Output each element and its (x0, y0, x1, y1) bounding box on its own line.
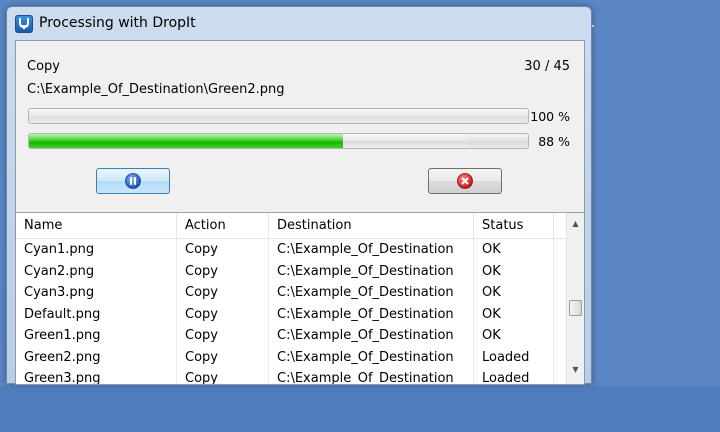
status-cell: OK (474, 303, 554, 325)
file-progress-fill (29, 109, 528, 123)
scroll-down-arrow-icon[interactable]: ▼ (567, 361, 584, 378)
file-name-cell: Green1.png (16, 325, 177, 347)
cancel-icon (457, 173, 473, 189)
total-progress-percent: 88 % (538, 134, 570, 149)
file-name-cell: Cyan3.png (16, 282, 177, 304)
column-header-name[interactable]: Name (16, 213, 177, 238)
destination-cell: C:\Example_Of_Destination (269, 303, 474, 325)
status-cell: Loaded (474, 368, 554, 384)
action-cell: Copy (177, 346, 269, 368)
file-list[interactable]: Name Action Destination Status Cyan1.png… (16, 212, 584, 384)
dropit-arrow-icon (15, 15, 33, 33)
action-cell: Copy (177, 303, 269, 325)
table-row[interactable]: Green2.png Copy C:\Example_Of_Destination L… (16, 346, 566, 368)
destination-cell: C:\Example_Of_Destination (269, 282, 474, 304)
file-progress-bar (28, 108, 529, 124)
table-row[interactable]: Cyan1.png Copy C:\Example_Of_Destination OK (16, 239, 566, 261)
table-row[interactable]: Green3.png Copy C:\Example_Of_Destination L… (16, 368, 566, 384)
destination-cell: C:\Example_Of_Destination (269, 368, 474, 384)
window-client-area: Copy 30 / 45 C:\Example_Of_Destination\G… (15, 40, 585, 385)
column-header-action[interactable]: Action (177, 213, 269, 238)
destination-cell: C:\Example_Of_Destination (269, 260, 474, 282)
dropit-progress-window: Processing with DropIt Copy 30 / 45 C:\E… (6, 6, 592, 385)
action-cell: Copy (177, 325, 269, 347)
status-cell: OK (474, 260, 554, 282)
column-header-destination[interactable]: Destination (269, 213, 474, 238)
file-progress-percent: 100 % (530, 109, 570, 124)
file-count: 30 / 45 (524, 59, 570, 74)
desktop-pixel (592, 25, 594, 27)
scroll-up-arrow-icon[interactable]: ▲ (567, 215, 584, 232)
vertical-scrollbar[interactable]: ▲ ▼ (566, 213, 584, 384)
action-cell: Copy (177, 282, 269, 304)
file-name-cell: Green2.png (16, 346, 177, 368)
scrollbar-thumb[interactable] (569, 299, 582, 316)
file-name-cell: Cyan1.png (16, 239, 177, 261)
table-row[interactable]: Default.png Copy C:\Example_Of_Destination… (16, 303, 566, 325)
action-cell: Copy (177, 368, 269, 384)
destination-cell: C:\Example_Of_Destination (269, 325, 474, 347)
action-cell: Copy (177, 239, 269, 261)
operation-label: Copy (27, 59, 60, 74)
table-row[interactable]: Cyan3.png Copy C:\Example_Of_Destination OK (16, 282, 566, 304)
pause-button[interactable] (96, 168, 170, 194)
file-name-cell: Green3.png (16, 368, 177, 384)
table-row[interactable]: Cyan2.png Copy C:\Example_Of_Destination OK (16, 260, 566, 282)
list-header: Name Action Destination Status (16, 213, 566, 239)
total-progress-bar (28, 133, 529, 149)
window-title: Processing with DropIt (39, 15, 196, 31)
file-name-cell: Default.png (16, 303, 177, 325)
status-cell: Loaded (474, 346, 554, 368)
column-header-status[interactable]: Status (474, 213, 554, 238)
list-rows: Cyan1.png Copy C:\Example_Of_Destination OK… (16, 239, 566, 384)
pause-icon (125, 173, 141, 189)
destination-cell: C:\Example_Of_Destination (269, 346, 474, 368)
title-bar[interactable]: Processing with DropIt (7, 7, 591, 39)
cancel-button[interactable] (428, 168, 502, 194)
file-name-cell: Cyan2.png (16, 260, 177, 282)
status-cell: OK (474, 239, 554, 261)
current-file-path: C:\Example_Of_Destination\Green2.png (27, 82, 285, 97)
action-cell: Copy (177, 260, 269, 282)
table-row[interactable]: Green1.png Copy C:\Example_Of_Destination O… (16, 325, 566, 347)
desktop-lower-band (0, 386, 720, 432)
destination-cell: C:\Example_Of_Destination (269, 239, 474, 261)
status-cell: OK (474, 282, 554, 304)
total-progress-green-fill (29, 134, 344, 148)
status-cell: OK (474, 325, 554, 347)
